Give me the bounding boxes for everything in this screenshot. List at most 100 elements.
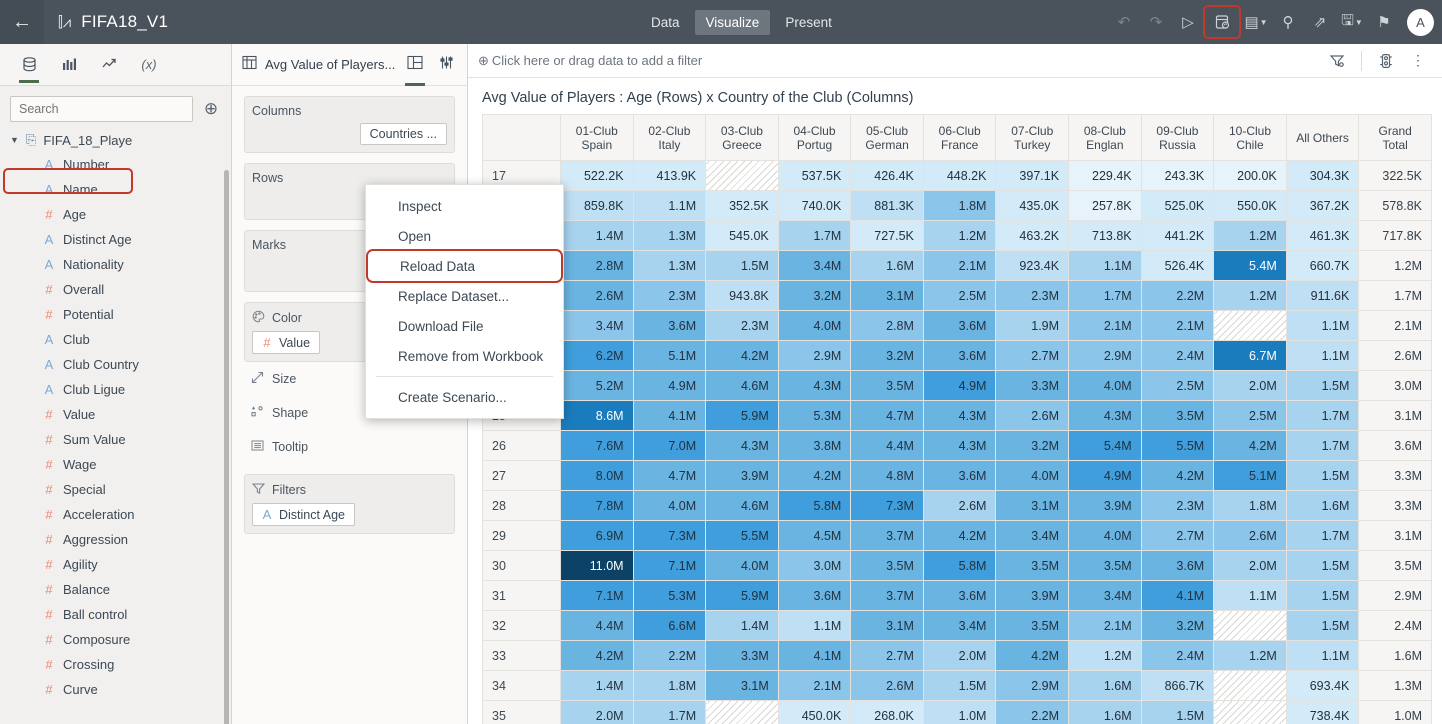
data-cell[interactable]: 1.4M [561,671,634,701]
data-cell[interactable]: 2.6M [851,671,924,701]
grand-total-cell[interactable]: 3.0M [1359,371,1432,401]
data-cell[interactable]: 5.1M [1214,461,1287,491]
tooltip-shelf[interactable]: Tooltip [244,430,455,464]
data-cell[interactable]: 367.2K [1286,191,1359,221]
data-cell[interactable]: 3.1M [706,671,779,701]
grand-total-cell[interactable]: 1.0M [1359,701,1432,724]
data-cell[interactable]: 7.0M [633,431,706,461]
run-icon[interactable]: ▷ [1173,7,1203,37]
data-cell[interactable]: 545.0K [706,221,779,251]
grand-total-cell[interactable]: 1.7M [1359,281,1432,311]
data-cell[interactable]: 3.3M [996,371,1069,401]
color-pill[interactable]: # Value [252,331,320,354]
data-cell[interactable]: 11.0M [561,551,634,581]
row-header[interactable]: 31 [483,581,561,611]
data-cell[interactable]: 1.5M [1141,701,1214,724]
field-item[interactable]: #Ball control [10,602,231,627]
data-cell[interactable]: 1.1M [1286,341,1359,371]
data-cell[interactable]: 1.8M [1214,491,1287,521]
data-cell[interactable]: 4.0M [996,461,1069,491]
data-cell[interactable]: 1.1M [1214,581,1287,611]
row-header[interactable]: 33 [483,641,561,671]
data-cell[interactable]: 4.4M [851,431,924,461]
dataset-node[interactable]: ▼ ⎘ FIFA_18_Playe [0,128,231,152]
data-cell[interactable]: 2.0M [561,701,634,724]
field-item[interactable]: #Value [10,402,231,427]
undo-icon[interactable]: ↶ [1109,7,1139,37]
data-cell[interactable]: 1.4M [561,221,634,251]
grand-total-cell[interactable]: 2.1M [1359,311,1432,341]
grand-total-cell[interactable]: 2.4M [1359,611,1432,641]
column-header[interactable]: 09-ClubRussia [1141,115,1214,161]
data-cell[interactable]: 1.7M [778,221,851,251]
data-cell[interactable]: 3.1M [996,491,1069,521]
field-item[interactable]: #Wage [10,452,231,477]
data-cell[interactable]: 2.3M [633,281,706,311]
grand-total-cell[interactable]: 3.6M [1359,431,1432,461]
data-cell[interactable]: 4.3M [706,431,779,461]
data-cell[interactable]: 4.5M [778,521,851,551]
data-cell[interactable]: 3.6M [633,311,706,341]
data-cell[interactable]: 3.5M [851,371,924,401]
data-cell[interactable]: 7.3M [633,521,706,551]
data-cell[interactable]: 1.2M [1214,641,1287,671]
data-cell[interactable]: 426.4K [851,161,924,191]
data-cell[interactable]: 7.1M [633,551,706,581]
data-cell[interactable]: 2.6M [561,281,634,311]
null-cell[interactable] [1214,671,1287,701]
data-cell[interactable]: 1.4M [706,611,779,641]
columns-pill[interactable]: Countries ... [360,123,447,145]
data-cell[interactable]: 2.4M [1141,341,1214,371]
data-cell[interactable]: 441.2K [1141,221,1214,251]
more-options-icon[interactable]: ⋮ [1404,47,1432,75]
data-cell[interactable]: 4.2M [1141,461,1214,491]
data-cell[interactable]: 3.4M [1069,581,1142,611]
columns-shelf[interactable]: Columns Countries ... [244,96,455,153]
data-cell[interactable]: 911.6K [1286,281,1359,311]
data-cell[interactable]: 7.6M [561,431,634,461]
data-cell[interactable]: 1.1M [1286,641,1359,671]
data-cell[interactable]: 5.3M [633,581,706,611]
column-header[interactable]: GrandTotal [1359,115,1432,161]
data-cell[interactable]: 550.0K [1214,191,1287,221]
data-cell[interactable]: 4.4M [561,611,634,641]
data-cell[interactable]: 2.0M [1214,551,1287,581]
context-menu-item[interactable]: Open [366,221,563,251]
data-cell[interactable]: 4.2M [561,641,634,671]
field-item[interactable]: #Curve [10,677,231,702]
data-cell[interactable]: 4.3M [1069,401,1142,431]
data-cell[interactable]: 1.7M [1286,431,1359,461]
avatar[interactable]: A [1407,9,1434,36]
data-cell[interactable]: 1.1M [1286,311,1359,341]
data-cell[interactable]: 1.2M [1214,281,1287,311]
save-icon[interactable]: 🖫▼ [1337,7,1367,37]
data-cell[interactable]: 525.0K [1141,191,1214,221]
data-cell[interactable]: 4.2M [706,341,779,371]
field-item[interactable]: #Agility [10,552,231,577]
data-cell[interactable]: 6.6M [633,611,706,641]
data-cell[interactable]: 5.4M [1069,431,1142,461]
data-cell[interactable]: 3.9M [1069,491,1142,521]
data-cell[interactable]: 1.7M [1286,401,1359,431]
field-item[interactable]: AName [10,177,231,202]
data-cell[interactable]: 3.8M [778,431,851,461]
data-cell[interactable]: 1.1M [633,191,706,221]
data-cell[interactable]: 2.3M [1141,491,1214,521]
data-cell[interactable]: 4.0M [633,491,706,521]
data-cell[interactable]: 2.4M [1141,641,1214,671]
mode-tab-visualize[interactable]: Visualize [695,10,771,35]
context-menu-item[interactable]: Create Scenario... [366,382,563,412]
data-cell[interactable]: 2.2M [1141,281,1214,311]
data-cell[interactable]: 713.8K [1069,221,1142,251]
data-cell[interactable]: 3.9M [996,581,1069,611]
field-item[interactable]: #Acceleration [10,502,231,527]
data-cell[interactable]: 2.0M [1214,371,1287,401]
data-cell[interactable]: 450.0K [778,701,851,724]
data-cell[interactable]: 5.5M [1141,431,1214,461]
data-cell[interactable]: 7.1M [561,581,634,611]
data-cell[interactable]: 1.5M [1286,611,1359,641]
data-cell[interactable]: 5.1M [633,341,706,371]
row-header[interactable]: 34 [483,671,561,701]
data-cell[interactable]: 2.2M [996,701,1069,724]
row-header[interactable]: 32 [483,611,561,641]
